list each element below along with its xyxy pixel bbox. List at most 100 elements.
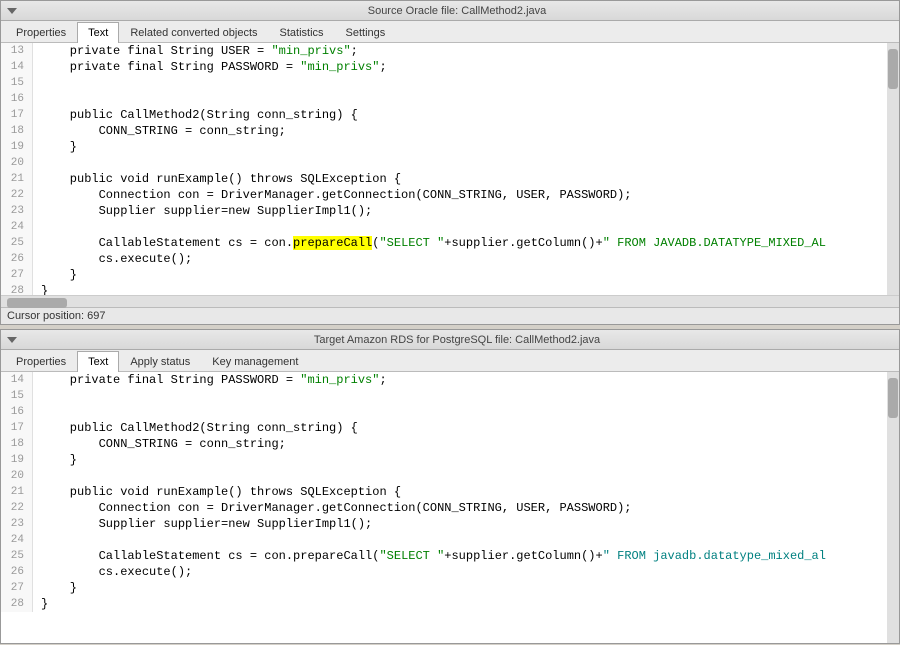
table-row: 27 } — [1, 267, 899, 283]
top-panel-tabs: Properties Text Related converted object… — [1, 21, 899, 43]
tab-properties-bottom[interactable]: Properties — [5, 351, 77, 372]
table-row: 25 CallableStatement cs = con.prepareCal… — [1, 235, 899, 251]
tab-key-management[interactable]: Key management — [201, 351, 309, 372]
line-number: 14 — [1, 372, 33, 388]
tab-apply-status[interactable]: Apply status — [119, 351, 201, 372]
table-row: 24 — [1, 219, 899, 235]
table-row: 16 — [1, 404, 899, 420]
tab-properties[interactable]: Properties — [5, 22, 77, 43]
line-code: Supplier supplier=new SupplierImpl1(); — [33, 516, 372, 532]
tab-text[interactable]: Text — [77, 22, 119, 43]
line-code: public void runExample() throws SQLExcep… — [33, 171, 401, 187]
line-number: 23 — [1, 516, 33, 532]
line-code — [33, 75, 41, 91]
line-number: 26 — [1, 564, 33, 580]
line-code — [33, 468, 41, 484]
line-number: 19 — [1, 139, 33, 155]
top-scrollbar-v[interactable] — [887, 43, 899, 295]
line-code: } — [33, 283, 48, 295]
line-code: Supplier supplier=new SupplierImpl1(); — [33, 203, 372, 219]
bottom-scrollbar-v[interactable] — [887, 372, 899, 643]
table-row: 28} — [1, 283, 899, 295]
top-code-area: 13 private final String USER = "min_priv… — [1, 43, 899, 295]
line-code: CONN_STRING = conn_string; — [33, 123, 286, 139]
line-number: 21 — [1, 171, 33, 187]
line-number: 22 — [1, 187, 33, 203]
line-number: 16 — [1, 91, 33, 107]
table-row: 19 } — [1, 139, 899, 155]
line-code: public CallMethod2(String conn_string) { — [33, 107, 358, 123]
bottom-code-content[interactable]: 14 private final String PASSWORD = "min_… — [1, 372, 899, 643]
line-number: 19 — [1, 452, 33, 468]
line-code: cs.execute(); — [33, 564, 192, 580]
line-number: 23 — [1, 203, 33, 219]
line-number: 17 — [1, 107, 33, 123]
table-row: 26 cs.execute(); — [1, 564, 899, 580]
top-panel-title: Source Oracle file: CallMethod2.java — [21, 5, 893, 17]
table-row: 16 — [1, 91, 899, 107]
line-code — [33, 388, 41, 404]
bottom-panel-header: Target Amazon RDS for PostgreSQL file: C… — [1, 330, 899, 350]
table-row: 27 } — [1, 580, 899, 596]
line-number: 28 — [1, 283, 33, 295]
table-row: 20 — [1, 468, 899, 484]
table-row: 23 Supplier supplier=new SupplierImpl1()… — [1, 203, 899, 219]
line-number: 25 — [1, 548, 33, 564]
top-scrollbar-h[interactable] — [1, 295, 899, 307]
line-number: 14 — [1, 59, 33, 75]
line-code: CallableStatement cs = con.prepareCall("… — [33, 235, 826, 251]
line-code: private final String USER = "min_privs"; — [33, 43, 358, 59]
bottom-panel-title: Target Amazon RDS for PostgreSQL file: C… — [21, 334, 893, 346]
line-number: 16 — [1, 404, 33, 420]
line-number: 25 — [1, 235, 33, 251]
line-code: } — [33, 267, 77, 283]
line-code: private final String PASSWORD = "min_pri… — [33, 59, 387, 75]
line-number: 28 — [1, 596, 33, 612]
tab-statistics[interactable]: Statistics — [269, 22, 335, 43]
collapse-icon[interactable] — [7, 8, 17, 14]
table-row: 21 public void runExample() throws SQLEx… — [1, 171, 899, 187]
table-row: 21 public void runExample() throws SQLEx… — [1, 484, 899, 500]
line-number: 22 — [1, 500, 33, 516]
line-code: cs.execute(); — [33, 251, 192, 267]
line-number: 27 — [1, 580, 33, 596]
table-row: 14 private final String PASSWORD = "min_… — [1, 372, 899, 388]
line-code — [33, 404, 41, 420]
line-code — [33, 155, 41, 171]
top-code-content[interactable]: 13 private final String USER = "min_priv… — [1, 43, 899, 295]
line-number: 21 — [1, 484, 33, 500]
line-number: 15 — [1, 75, 33, 91]
bottom-panel-tabs: Properties Text Apply status Key managem… — [1, 350, 899, 372]
line-number: 24 — [1, 532, 33, 548]
table-row: 28} — [1, 596, 899, 612]
line-number: 24 — [1, 219, 33, 235]
line-code: CallableStatement cs = con.prepareCall("… — [33, 548, 826, 564]
line-code: } — [33, 580, 77, 596]
table-row: 14 private final String PASSWORD = "min_… — [1, 59, 899, 75]
tab-related[interactable]: Related converted objects — [119, 22, 268, 43]
table-row: 18 CONN_STRING = conn_string; — [1, 123, 899, 139]
bottom-code-area: 14 private final String PASSWORD = "min_… — [1, 372, 899, 643]
table-row: 22 Connection con = DriverManager.getCon… — [1, 187, 899, 203]
line-code: } — [33, 139, 77, 155]
line-code: public CallMethod2(String conn_string) { — [33, 420, 358, 436]
tab-text-bottom[interactable]: Text — [77, 351, 119, 372]
line-code: Connection con = DriverManager.getConnec… — [33, 500, 632, 516]
top-panel-header: Source Oracle file: CallMethod2.java — [1, 1, 899, 21]
table-row: 17 public CallMethod2(String conn_string… — [1, 107, 899, 123]
line-code: public void runExample() throws SQLExcep… — [33, 484, 401, 500]
line-number: 18 — [1, 436, 33, 452]
table-row: 23 Supplier supplier=new SupplierImpl1()… — [1, 516, 899, 532]
line-code — [33, 219, 41, 235]
tab-settings[interactable]: Settings — [335, 22, 397, 43]
line-code — [33, 532, 41, 548]
top-panel: Source Oracle file: CallMethod2.java Pro… — [0, 0, 900, 325]
line-number: 13 — [1, 43, 33, 59]
table-row: 25 CallableStatement cs = con.prepareCal… — [1, 548, 899, 564]
table-row: 26 cs.execute(); — [1, 251, 899, 267]
line-code: } — [33, 452, 77, 468]
line-number: 20 — [1, 155, 33, 171]
collapse-icon-bottom[interactable] — [7, 337, 17, 343]
table-row: 19 } — [1, 452, 899, 468]
line-number: 26 — [1, 251, 33, 267]
